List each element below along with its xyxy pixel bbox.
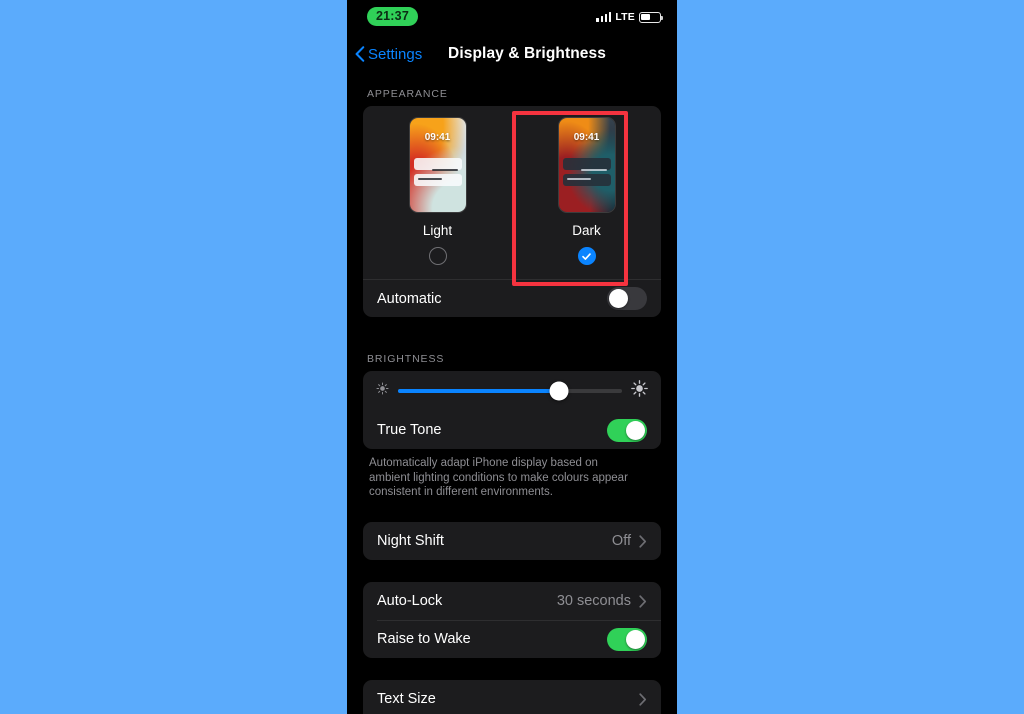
brightness-section-header: BRIGHTNESS — [367, 353, 445, 365]
chevron-right-icon — [639, 595, 647, 608]
chevron-right-icon — [639, 693, 647, 706]
true-tone-toggle[interactable] — [607, 418, 647, 442]
raise-to-wake-toggle[interactable] — [607, 627, 647, 651]
back-button[interactable]: Settings — [355, 46, 422, 63]
automatic-row[interactable]: Automatic — [363, 279, 661, 317]
appearance-option-light[interactable]: 09:41 Light — [363, 118, 512, 265]
back-button-label: Settings — [368, 45, 423, 63]
appearance-modes: 09:41 Light 09:41 Dark — [363, 106, 661, 265]
status-bar-indicators: LTE — [596, 11, 664, 23]
brightness-group: True Tone — [363, 371, 661, 449]
night-shift-row[interactable]: Night Shift Off — [363, 522, 661, 560]
text-size-row[interactable]: Text Size — [363, 680, 661, 714]
text-size-label: Text Size — [377, 691, 436, 708]
light-mode-label: Light — [422, 223, 453, 238]
automatic-toggle[interactable] — [607, 287, 647, 310]
brightness-slider-row[interactable] — [363, 371, 661, 411]
auto-lock-row[interactable]: Auto-Lock 30 seconds — [363, 582, 661, 620]
sun-small-icon — [376, 382, 389, 400]
raise-to-wake-row[interactable]: Raise to Wake — [363, 620, 661, 658]
brightness-slider-track[interactable] — [398, 381, 622, 401]
phone-screen: 21:37 LTE Settings Display & Brightness … — [347, 0, 677, 714]
dark-mode-radio[interactable] — [577, 247, 596, 265]
sun-large-icon — [631, 380, 648, 402]
dark-wallpaper-preview: 09:41 — [558, 118, 615, 212]
light-mode-radio[interactable] — [428, 247, 447, 265]
screenshot-root: 21:37 LTE Settings Display & Brightness … — [0, 0, 1024, 714]
true-tone-footnote: Automatically adapt iPhone display based… — [369, 457, 628, 499]
light-wallpaper-preview: 09:41 — [409, 118, 466, 212]
auto-lock-label: Auto-Lock — [377, 593, 443, 610]
true-tone-label: True Tone — [377, 422, 442, 438]
appearance-section-header: APPEARANCE — [367, 88, 448, 100]
raise-to-wake-label: Raise to Wake — [377, 631, 471, 648]
appearance-group: 09:41 Light 09:41 Dark Automatic — [363, 106, 661, 317]
settings-scroll-area[interactable]: APPEARANCE 09:41 Light 09:41 Dark Automa… — [347, 74, 677, 714]
lock-group: Auto-Lock 30 seconds Raise to Wake — [363, 582, 661, 659]
night-shift-value: Off — [611, 533, 631, 550]
dark-mode-label: Dark — [572, 223, 601, 238]
signal-bars-icon — [596, 12, 612, 22]
battery-icon — [639, 11, 664, 23]
light-preview-clock: 09:41 — [424, 132, 451, 143]
dark-preview-clock: 09:41 — [573, 132, 600, 143]
true-tone-row[interactable]: True Tone — [363, 411, 661, 449]
brightness-slider-knob[interactable] — [549, 381, 569, 401]
network-type-label: LTE — [615, 11, 635, 23]
automatic-label: Automatic — [377, 290, 442, 307]
chevron-left-icon — [355, 46, 365, 62]
night-shift-label: Night Shift — [377, 533, 444, 550]
chevron-right-icon — [639, 535, 647, 548]
text-group: Text Size — [363, 680, 661, 714]
appearance-option-dark[interactable]: 09:41 Dark — [512, 118, 661, 265]
auto-lock-value: 30 seconds — [556, 593, 631, 610]
navigation-bar: Settings Display & Brightness — [347, 34, 677, 74]
status-bar: 21:37 LTE — [347, 0, 677, 34]
status-bar-time-pill: 21:37 — [367, 7, 418, 26]
check-icon — [582, 252, 591, 260]
night-shift-group: Night Shift Off — [363, 522, 661, 561]
